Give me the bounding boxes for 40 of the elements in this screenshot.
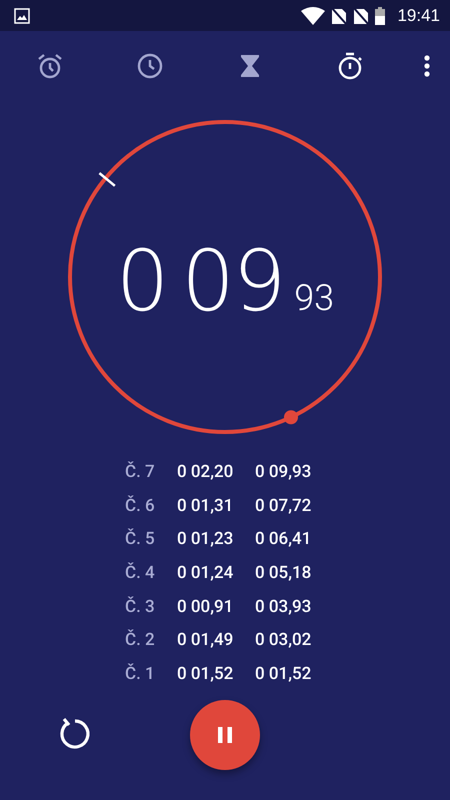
total-time: 0 05,18 <box>255 562 312 583</box>
seconds-display: 09 <box>181 232 284 330</box>
image-icon <box>14 8 30 24</box>
no-sim-icon <box>331 6 348 24</box>
total-time: 0 01,52 <box>255 664 312 684</box>
lap-label: Č. 7 <box>125 462 156 482</box>
minutes-display: 0 <box>116 232 168 330</box>
lap-label: Č. 6 <box>125 496 156 516</box>
total-time: 0 03,93 <box>255 596 312 617</box>
battery-icon <box>375 6 386 24</box>
stopwatch-icon[interactable] <box>337 52 363 80</box>
lap-time: 0 01,49 <box>177 630 234 650</box>
status-time: 19:41 <box>397 6 440 26</box>
total-time: 0 06,41 <box>255 529 312 550</box>
lap-time: 0 01,52 <box>177 664 234 684</box>
lap-label: Č. 2 <box>125 630 156 650</box>
hundredths-display: 93 <box>294 277 334 319</box>
clock-icon[interactable] <box>137 53 163 79</box>
more-options-icon[interactable] <box>424 55 430 77</box>
lap-label: Č. 1 <box>125 664 156 684</box>
hourglass-icon[interactable] <box>240 54 260 78</box>
total-time: 0 07,72 <box>255 496 312 516</box>
lap-time: 0 01,24 <box>177 562 234 583</box>
lap-time: 0 02,20 <box>177 462 234 482</box>
no-sim-icon <box>353 6 370 24</box>
lap-time: 0 00,91 <box>177 596 234 617</box>
pause-icon <box>218 727 232 743</box>
lap-marker <box>98 172 116 187</box>
wifi-icon <box>301 6 326 24</box>
lap-label: Č. 5 <box>125 529 156 550</box>
lap-time: 0 01,23 <box>177 529 234 550</box>
total-time: 0 03,02 <box>255 630 312 650</box>
reset-button[interactable] <box>58 717 92 751</box>
lap-label: Č. 4 <box>125 562 156 583</box>
progress-dot <box>284 410 298 424</box>
lap-time: 0 01,31 <box>177 496 234 516</box>
reset-icon <box>58 717 92 751</box>
lap-label: Č. 3 <box>125 596 156 617</box>
alarm-clock-icon[interactable] <box>37 53 63 79</box>
total-time: 0 09,93 <box>255 462 312 482</box>
